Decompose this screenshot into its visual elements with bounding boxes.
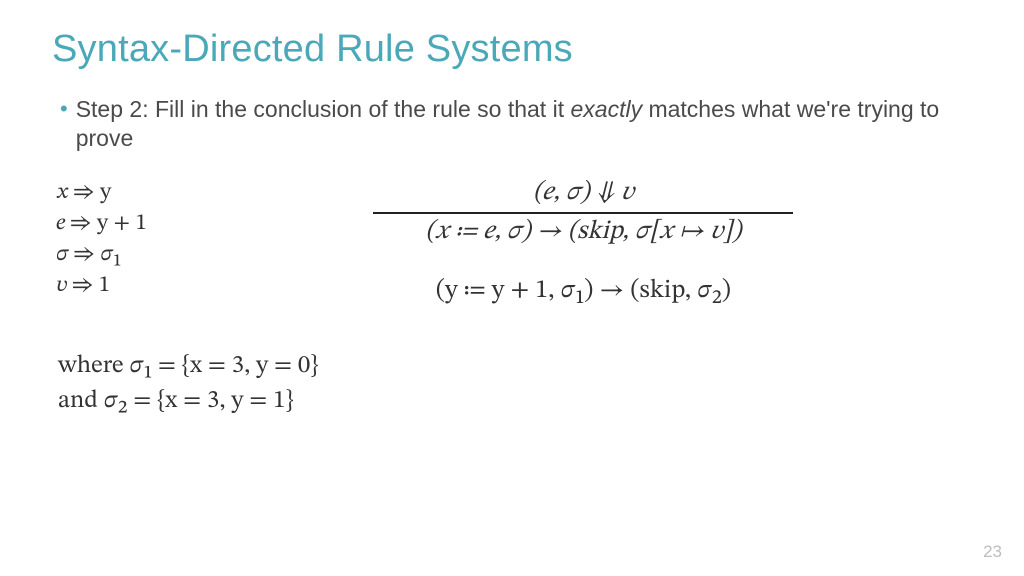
subst-line-4: 𝑣 ⇒ 1: [56, 270, 147, 301]
subst-line-1: 𝑥 ⇒ y: [56, 177, 147, 208]
bullet-step2: • Step 2: Fill in the conclusion of the …: [60, 95, 972, 153]
inference-rule: (𝑒, 𝜎) ⇓ 𝑣 (𝑥 ≔ 𝑒, 𝜎) → (skip, 𝜎[𝑥 ↦ 𝑣])…: [195, 177, 972, 308]
sigma1-def: where 𝜎₁ = {x = 3, y = 0}: [58, 348, 972, 383]
bullet-text: Step 2: Fill in the conclusion of the ru…: [76, 95, 972, 153]
bullet-icon: •: [60, 95, 68, 124]
substitution-list: 𝑥 ⇒ y 𝑒 ⇒ y + 1 𝜎 ⇒ 𝜎₁ 𝑣 ⇒ 1: [56, 177, 147, 301]
slide-title: Syntax-Directed Rule Systems: [52, 28, 972, 71]
subst-line-3: 𝜎 ⇒ 𝜎₁: [56, 239, 147, 270]
subst-line-2: 𝑒 ⇒ y + 1: [56, 208, 147, 239]
math-area: 𝑥 ⇒ y 𝑒 ⇒ y + 1 𝜎 ⇒ 𝜎₁ 𝑣 ⇒ 1 (𝑒, 𝜎) ⇓ 𝑣 …: [56, 177, 972, 308]
rule-conclusion: (𝑥 ≔ 𝑒, 𝜎) → (skip, 𝜎[𝑥 ↦ 𝑣]): [425, 214, 741, 249]
bullet-emph: exactly: [570, 96, 642, 122]
page-number: 23: [983, 542, 1002, 562]
sigma2-def: and 𝜎₂ = {x = 3, y = 1}: [58, 383, 972, 418]
rule-premise: (𝑒, 𝜎) ⇓ 𝑣: [523, 177, 644, 212]
sigma-definitions: where 𝜎₁ = {x = 3, y = 0} and 𝜎₂ = {x = …: [58, 348, 972, 418]
rule-instance: (y ≔ y + 1, 𝜎₁) → (skip, 𝜎₂): [436, 275, 731, 308]
bullet-lead: Step 2: Fill in the conclusion of the ru…: [76, 96, 571, 122]
